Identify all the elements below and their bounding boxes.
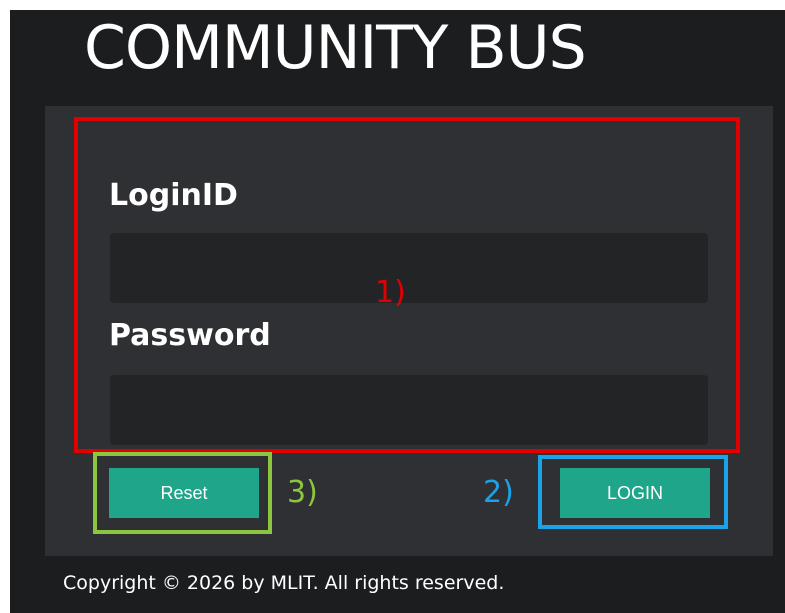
annotation-label-1: 1)	[375, 275, 406, 310]
password-label: Password	[109, 318, 271, 353]
annotation-label-2: 2)	[483, 475, 514, 510]
app-title: COMMUNITY BUS	[84, 13, 587, 83]
login-button[interactable]: LOGIN	[560, 468, 710, 518]
reset-button[interactable]: Reset	[109, 468, 259, 518]
login-id-label: LoginID	[109, 178, 238, 213]
password-input[interactable]	[110, 375, 708, 445]
copyright-text: Copyright © 2026 by MLIT. All rights res…	[63, 572, 505, 594]
annotation-label-3: 3)	[287, 475, 318, 510]
login-id-input[interactable]	[110, 233, 708, 303]
